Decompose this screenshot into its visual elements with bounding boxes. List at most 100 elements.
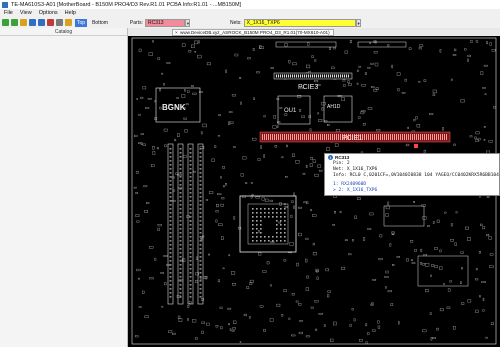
pad — [434, 265, 438, 268]
rotate-icon[interactable] — [56, 19, 63, 26]
parts-search-input[interactable]: RC313 — [144, 18, 185, 27]
top-side-button[interactable]: Top — [75, 18, 88, 27]
pcie1-pin — [446, 134, 447, 140]
menu-view[interactable]: View — [20, 10, 32, 16]
pad — [176, 97, 179, 99]
chipset-area — [417, 255, 469, 287]
cpu-pin — [264, 208, 266, 210]
dimm-pin — [189, 240, 192, 242]
pad — [431, 264, 435, 267]
pad — [465, 226, 469, 230]
pad — [145, 107, 150, 109]
pcie1-pin — [270, 134, 271, 140]
pad — [408, 47, 412, 50]
pad — [262, 270, 267, 273]
pad — [252, 137, 257, 141]
pad — [392, 264, 395, 266]
pcie1-pin — [384, 134, 385, 140]
pcie3-pin — [326, 74, 327, 78]
highlight-icon[interactable] — [65, 19, 72, 26]
pad — [135, 171, 139, 174]
pad — [248, 316, 251, 319]
pad — [385, 286, 387, 289]
dimm-pin — [199, 252, 202, 254]
zoom-out-icon[interactable] — [38, 19, 45, 26]
pad — [285, 176, 288, 178]
pad — [477, 137, 481, 141]
dimm-pin — [179, 148, 182, 150]
nets-search-input[interactable]: X_1X16_TXP6 — [243, 18, 356, 27]
pad — [482, 87, 486, 89]
menu-options[interactable]: Options — [39, 10, 58, 16]
dimm-pin — [189, 224, 192, 226]
selected-part-marker[interactable] — [414, 144, 418, 148]
pad — [461, 302, 465, 305]
pad — [245, 182, 248, 184]
pad — [354, 215, 357, 219]
pad — [450, 239, 454, 242]
forward-icon[interactable] — [11, 19, 18, 26]
pad — [160, 272, 164, 274]
folder-icon[interactable] — [20, 19, 27, 26]
pad — [191, 44, 195, 48]
pad — [305, 287, 309, 291]
zoom-in-icon[interactable] — [29, 19, 36, 26]
pcie1-pin — [440, 134, 441, 140]
pcie1-pin — [414, 134, 415, 140]
pad — [418, 81, 421, 83]
pad — [407, 126, 409, 129]
pad — [288, 60, 291, 64]
dimm-pin — [189, 204, 192, 206]
document-tab-label: www.DeviceDB.xyz_ASROCK_B150M PRO4_D3_R1… — [180, 30, 330, 35]
cpu-pin — [280, 208, 282, 210]
nets-dropdown-icon[interactable]: ▼ — [355, 18, 361, 27]
pad — [489, 265, 494, 268]
dimm-pin — [179, 192, 182, 194]
pad — [450, 223, 453, 227]
pcie1-pin — [338, 134, 339, 140]
pad — [453, 143, 456, 146]
flip-icon[interactable] — [47, 19, 54, 26]
pad — [301, 115, 305, 118]
pad — [142, 290, 145, 294]
pad — [171, 200, 176, 202]
dimm-pin — [199, 280, 202, 282]
pad — [187, 90, 190, 93]
dimm-pin — [179, 252, 182, 254]
menu-help[interactable]: Help — [65, 10, 76, 16]
bottom-side-button[interactable]: Bottom — [90, 19, 110, 27]
pcie1-pin — [272, 134, 273, 140]
pad — [310, 157, 313, 160]
pad — [163, 282, 167, 286]
pad — [483, 126, 486, 128]
pad — [334, 143, 339, 147]
dimm-pin — [179, 280, 182, 282]
dimm-pin — [179, 224, 182, 226]
pad — [450, 78, 453, 81]
pad — [478, 251, 481, 254]
dimm-pin — [169, 168, 172, 170]
dimm-pin — [189, 156, 192, 158]
menu-file[interactable]: File — [4, 10, 13, 16]
pcie1-pin — [412, 134, 413, 140]
info-icon: i — [328, 155, 333, 160]
pad — [486, 234, 490, 237]
tooltip-connection-1[interactable]: 1: RX240960D — [333, 182, 366, 187]
pad — [342, 84, 346, 87]
parts-dropdown-icon[interactable]: ▼ — [184, 18, 190, 27]
pcie1-pin — [386, 134, 387, 140]
tooltip-connection-2[interactable]: > 2: X_1X16_TXP6 — [333, 188, 377, 193]
pad — [252, 48, 255, 51]
pad — [181, 94, 186, 98]
pad — [242, 156, 247, 160]
pad — [482, 226, 486, 230]
pad — [357, 197, 361, 200]
pad — [370, 62, 374, 65]
document-tab[interactable]: × www.DeviceDB.xyz_ASROCK_B150M PRO4_D3_… — [172, 29, 334, 36]
back-icon[interactable] — [2, 19, 9, 26]
pad — [140, 133, 144, 135]
dimm-pin — [169, 236, 172, 238]
pad — [142, 86, 147, 90]
pad — [215, 325, 219, 328]
pad — [133, 186, 137, 189]
